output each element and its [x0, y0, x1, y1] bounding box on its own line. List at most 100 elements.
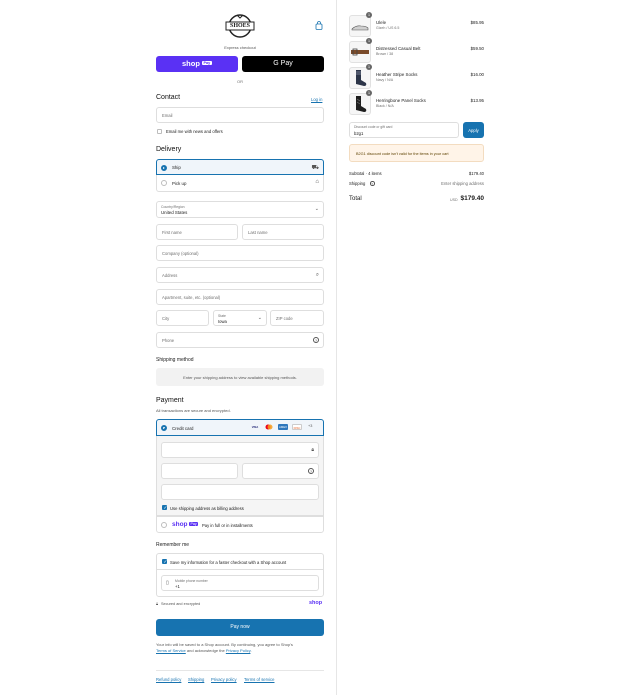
- product-price: $13.95: [470, 98, 484, 103]
- state-value: Iowa: [218, 319, 227, 324]
- zip-field[interactable]: ZIP code: [270, 310, 324, 326]
- phone-field[interactable]: Phone ?: [156, 332, 324, 348]
- name-on-card-field[interactable]: [161, 484, 319, 500]
- billing-label: Use shipping address as billing address: [170, 506, 244, 511]
- legal-end: .: [250, 648, 252, 653]
- more-cards-badge: +3: [308, 424, 313, 428]
- credit-card-radio[interactable]: [161, 425, 167, 431]
- google-pay-logo: G Pay: [273, 59, 293, 67]
- city-field[interactable]: City: [156, 310, 209, 326]
- subtotal-label: Subtotal · 4 items: [349, 171, 382, 176]
- security-code-field[interactable]: ?: [242, 463, 319, 479]
- shop-pay-logo: shop: [182, 59, 200, 68]
- news-checkbox[interactable]: [157, 129, 162, 134]
- first-name-field[interactable]: First name: [156, 224, 238, 240]
- last-name-placeholder: Last name: [248, 230, 268, 235]
- quantity-badge: 1: [366, 64, 372, 70]
- payment-subtitle: All transactions are secure and encrypte…: [156, 408, 231, 413]
- shop-pay-option[interactable]: shop Pay Pay in full or in installments: [156, 516, 324, 533]
- product-thumbnail-belt: [349, 41, 371, 63]
- quantity-badge: 1: [366, 38, 372, 44]
- country-label: Country/Region: [161, 204, 185, 209]
- payment-heading: Payment: [156, 397, 184, 404]
- quantity-badge: 1: [366, 90, 372, 96]
- currency-code: USD: [450, 197, 458, 202]
- apply-button[interactable]: Apply: [463, 122, 484, 138]
- chevron-down-icon: ⌄: [257, 314, 262, 321]
- product-variant: Brown / 38: [376, 52, 394, 56]
- pay-now-button[interactable]: Pay now: [156, 619, 324, 636]
- footer-refund-link[interactable]: Refund policy: [156, 677, 181, 682]
- total-label: Total: [349, 196, 362, 202]
- privacy-link[interactable]: Privacy Policy: [226, 648, 251, 653]
- credit-card-label: Credit card: [172, 425, 194, 431]
- mobile-phone-label: Mobile phone number: [175, 578, 208, 583]
- total-value: $179.40: [460, 195, 485, 202]
- product-thumbnail-stripe-socks: [349, 67, 371, 89]
- visa-icon: VISA: [251, 425, 259, 429]
- discount-error-banner: B2G1 discount code isn't valid for the i…: [349, 144, 484, 162]
- help-icon: ?: [308, 467, 314, 474]
- lock-icon: 🔒︎: [311, 446, 314, 453]
- state-select[interactable]: State Iowa ⌄: [213, 310, 267, 326]
- quantity-badge: 1: [366, 12, 372, 18]
- product-price: $16.00: [470, 72, 484, 77]
- apartment-field[interactable]: Apartment, suite, etc. (optional): [156, 289, 324, 305]
- mobile-phone-field[interactable]: ▯ Mobile phone number +1: [161, 575, 319, 591]
- legal-text: Your info will be saved to a Shop accoun…: [156, 642, 324, 654]
- card-number-field[interactable]: 🔒︎: [161, 442, 319, 458]
- last-name-field[interactable]: Last name: [242, 224, 324, 240]
- email-field[interactable]: Email: [156, 107, 324, 123]
- lock-icon: 🔒︎: [156, 601, 159, 606]
- google-pay-button[interactable]: G Pay: [242, 56, 324, 72]
- store-logo[interactable]: SHOES: [224, 13, 256, 39]
- mastercard-icon: [264, 424, 274, 430]
- help-icon: ?: [370, 181, 375, 186]
- subtotal-value: $179.40: [468, 171, 484, 176]
- company-field[interactable]: Company (optional): [156, 245, 324, 261]
- pickup-radio[interactable]: [161, 180, 167, 186]
- truck-icon: ⛟: [311, 165, 319, 171]
- search-icon: ⌕: [315, 271, 319, 278]
- city-placeholder: City: [162, 316, 170, 321]
- delivery-heading: Delivery: [156, 146, 182, 153]
- save-info-checkbox[interactable]: [162, 559, 167, 565]
- pickup-label: Pick up: [172, 181, 187, 186]
- product-name: Heather Stripe Socks: [376, 72, 418, 77]
- phone-icon: ▯: [166, 580, 169, 586]
- contact-heading: Contact: [156, 94, 181, 101]
- discount-value: b2g1: [354, 131, 364, 136]
- discount-code-field[interactable]: Discount code or gift card b2g1: [349, 122, 459, 138]
- zip-placeholder: ZIP code: [276, 316, 293, 321]
- pickup-option[interactable]: Pick up ⌂: [156, 175, 324, 192]
- email-placeholder: Email: [162, 113, 173, 118]
- company-placeholder: Company (optional): [162, 251, 199, 256]
- discount-label: Discount code or gift card: [354, 125, 393, 129]
- footer-privacy-link[interactable]: Privacy policy: [211, 677, 237, 682]
- billing-checkbox[interactable]: [162, 505, 167, 511]
- help-icon: ?: [313, 336, 319, 343]
- mobile-phone-value: +1: [175, 584, 180, 589]
- first-name-placeholder: First name: [162, 230, 182, 235]
- footer-shipping-link[interactable]: Shipping: [188, 677, 204, 682]
- expiration-field[interactable]: [161, 463, 238, 479]
- legal-line1: Your info will be saved to a Shop accoun…: [156, 642, 293, 647]
- shopping-bag-icon[interactable]: [315, 21, 323, 30]
- product-thumbnail-herringbone-socks: [349, 93, 371, 115]
- ship-option[interactable]: Ship ⛟: [156, 159, 324, 175]
- footer-divider: [156, 670, 324, 671]
- country-select[interactable]: Country/Region United States ⌄: [156, 201, 324, 218]
- terms-link[interactable]: Terms of Service: [156, 648, 186, 653]
- address-field[interactable]: Address ⌕: [156, 267, 324, 283]
- ship-radio[interactable]: [161, 164, 167, 171]
- shipping-value: Enter shipping address: [441, 181, 484, 186]
- chevron-down-icon: ⌄: [314, 206, 319, 212]
- shop-pay-option-logo: shop: [172, 520, 188, 528]
- footer-terms-link[interactable]: Terms of service: [244, 677, 274, 682]
- login-link[interactable]: Log in: [311, 97, 322, 102]
- product-variant: Navy / N/A: [376, 78, 394, 82]
- shop-pay-button[interactable]: shop Pay: [156, 56, 238, 72]
- product-variant: Gizeh / US 6.5: [376, 26, 400, 30]
- product-name: Ulele: [376, 20, 387, 25]
- shop-pay-radio[interactable]: [161, 522, 167, 528]
